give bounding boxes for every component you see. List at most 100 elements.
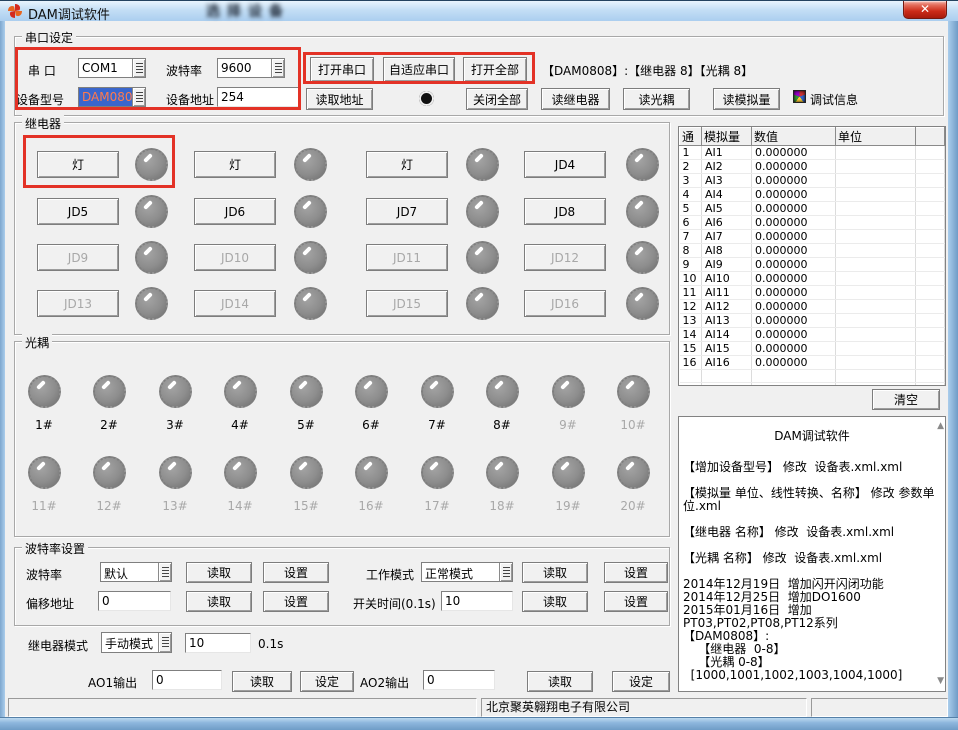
dropdown-button-icon[interactable] xyxy=(158,563,171,581)
baud-group-label: 波特率设置 xyxy=(22,540,88,557)
switch-time-input[interactable]: 10 xyxy=(441,591,513,611)
ao2-read-button[interactable]: 读取 xyxy=(527,671,593,692)
analog-col-header: 通 xyxy=(680,128,702,146)
status-panel-left xyxy=(8,698,477,717)
opto-indicator-knob xyxy=(93,375,126,408)
opto-channel-label: 3# xyxy=(153,418,197,432)
dropdown-button-icon[interactable] xyxy=(271,59,284,77)
opto-channel-label: 4# xyxy=(218,418,262,432)
window-border-right xyxy=(948,21,958,719)
relay-indicator-knob xyxy=(135,287,168,320)
relay-button[interactable]: 灯 xyxy=(194,151,276,178)
relay-button[interactable]: 灯 xyxy=(37,151,119,178)
device-addr-input[interactable]: 254 xyxy=(217,87,301,107)
read-address-button[interactable]: 读取地址 xyxy=(306,88,373,110)
info-panel: DAM调试软件 【增加设备型号】 修改 设备表.xml.xml 【模拟量 单位、… xyxy=(678,416,946,692)
scroll-down-icon[interactable]: ▼ xyxy=(937,676,944,686)
close-button[interactable]: ✕ xyxy=(903,1,947,19)
analog-table-row: 16AI160.000000 xyxy=(680,356,945,370)
status-panel-right xyxy=(811,698,948,717)
ao1-read-button[interactable]: 读取 xyxy=(232,671,292,692)
relay-time-input[interactable]: 10 xyxy=(185,633,251,653)
baudrate-combo[interactable]: 9600 xyxy=(217,58,285,78)
baud-read-button[interactable]: 读取 xyxy=(186,562,252,583)
dropdown-button-icon[interactable] xyxy=(132,88,145,106)
ao1-set-button[interactable]: 设定 xyxy=(300,671,354,692)
background-window-title: 选择设备 xyxy=(206,1,290,21)
read-relay-button[interactable]: 读继电器 xyxy=(541,88,610,110)
opto-channel-label: 6# xyxy=(349,418,393,432)
analog-table-row: 12AI120.000000 xyxy=(680,300,945,314)
relay-button[interactable]: JD4 xyxy=(524,151,606,178)
offset-addr-label: 偏移地址 xyxy=(26,595,74,612)
relay-indicator-knob xyxy=(466,241,499,274)
opto-indicator-knob xyxy=(28,456,61,489)
dropdown-button-icon[interactable] xyxy=(132,59,145,77)
relay-button[interactable]: JD7 xyxy=(366,198,448,225)
opto-channel-label: 2# xyxy=(87,418,131,432)
relay-button: JD9 xyxy=(37,244,119,271)
baud-settings-group: 波特率设置 xyxy=(14,547,670,626)
analog-table-row: 13AI130.000000 xyxy=(680,314,945,328)
relay-mode-combo[interactable]: 手动模式 xyxy=(101,632,172,653)
work-mode-set-button[interactable]: 设置 xyxy=(604,562,668,583)
analog-table-row: 8AI80.000000 xyxy=(680,244,945,258)
relay-indicator-knob xyxy=(294,287,327,320)
switch-time-read-button[interactable]: 读取 xyxy=(522,591,588,612)
relay-group-label: 继电器 xyxy=(22,115,64,132)
relay-button[interactable]: JD8 xyxy=(524,198,606,225)
close-all-button[interactable]: 关闭全部 xyxy=(466,88,528,110)
relay-indicator-knob xyxy=(626,195,659,228)
port-combo[interactable]: COM1 xyxy=(78,58,146,78)
offset-addr-input[interactable]: 0 xyxy=(98,591,171,611)
relay-button: JD11 xyxy=(366,244,448,271)
analog-table-row: 5AI50.000000 xyxy=(680,202,945,216)
open-serial-button[interactable]: 打开串口 xyxy=(310,57,374,82)
ao2-label: AO2输出 xyxy=(360,674,409,691)
read-analog-button[interactable]: 读模拟量 xyxy=(713,88,780,110)
relay-button: JD10 xyxy=(194,244,276,271)
status-led-icon xyxy=(419,91,434,106)
clear-button[interactable]: 清空 xyxy=(872,389,940,410)
work-mode-read-button[interactable]: 读取 xyxy=(522,562,588,583)
opto-channel-label: 12# xyxy=(87,499,131,513)
opto-channel-label: 13# xyxy=(153,499,197,513)
analog-table-row: 6AI60.000000 xyxy=(680,216,945,230)
relay-button: JD15 xyxy=(366,290,448,317)
analog-table-row: 4AI40.000000 xyxy=(680,188,945,202)
analog-table-row: 9AI90.000000 xyxy=(680,258,945,272)
open-all-button[interactable]: 打开全部 xyxy=(463,57,527,82)
ao2-input[interactable]: 0 xyxy=(423,670,495,690)
info-panel-title: DAM调试软件 xyxy=(679,417,945,444)
serial-group-label: 串口设定 xyxy=(22,29,76,46)
dropdown-button-icon[interactable] xyxy=(499,563,512,581)
relay-time-unit-label: 0.1s xyxy=(258,637,283,651)
relay-indicator-knob xyxy=(626,287,659,320)
switch-time-set-button[interactable]: 设置 xyxy=(604,591,668,612)
dropdown-button-icon[interactable] xyxy=(158,633,171,652)
opto-indicator-knob xyxy=(355,456,388,489)
relay-button[interactable]: JD6 xyxy=(194,198,276,225)
offset-read-button[interactable]: 读取 xyxy=(186,591,252,612)
relay-button[interactable]: JD5 xyxy=(37,198,119,225)
opto-channel-label: 17# xyxy=(415,499,459,513)
offset-set-button[interactable]: 设置 xyxy=(263,591,329,612)
titlebar xyxy=(0,0,958,21)
baud2-combo[interactable]: 默认 xyxy=(100,562,172,582)
read-opto-button[interactable]: 读光耦 xyxy=(623,88,690,110)
relay-button[interactable]: 灯 xyxy=(366,151,448,178)
window-border-bottom xyxy=(0,717,958,730)
baud-set-button[interactable]: 设置 xyxy=(263,562,329,583)
analog-col-header xyxy=(916,128,945,146)
auto-serial-button[interactable]: 自适应串口 xyxy=(383,57,455,82)
ao2-set-button[interactable]: 设定 xyxy=(612,671,670,692)
app-logo-icon xyxy=(7,3,23,19)
ao1-input[interactable]: 0 xyxy=(152,670,222,690)
scroll-up-icon[interactable]: ▲ xyxy=(937,421,944,431)
work-mode-combo[interactable]: 正常模式 xyxy=(421,562,513,582)
relay-indicator-knob xyxy=(135,148,168,181)
analog-table-row: 2AI20.000000 xyxy=(680,160,945,174)
model-combo[interactable]: DAM0808 xyxy=(78,87,146,107)
relay-indicator-knob xyxy=(294,195,327,228)
info-panel-text: 【增加设备型号】 修改 设备表.xml.xml 【模拟量 单位、线性转换、名称】… xyxy=(679,444,945,686)
